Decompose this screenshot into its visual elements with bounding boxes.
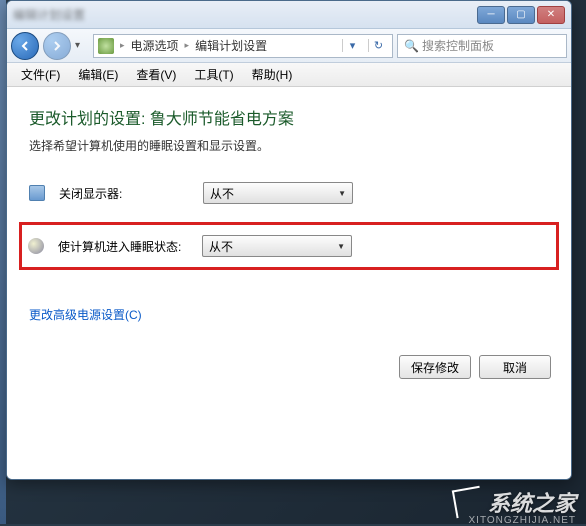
search-input[interactable]: 🔍 搜索控制面板 bbox=[397, 34, 567, 58]
menu-edit[interactable]: 编辑(E) bbox=[70, 64, 126, 85]
breadcrumb-sep-icon: ▸ bbox=[120, 40, 125, 51]
menu-bar: 文件(F) 编辑(E) 查看(V) 工具(T) 帮助(H) bbox=[7, 63, 571, 87]
nav-toolbar: ▾ ▸ 电源选项 ▸ 编辑计划设置 ▾ ↻ 🔍 搜索控制面板 bbox=[7, 29, 571, 63]
control-panel-window: 编辑计划设置 ─ ▢ ✕ ▾ ▸ 电源选项 ▸ 编辑计划设置 ▾ ↻ 🔍 搜索控… bbox=[6, 0, 572, 480]
maximize-button[interactable]: ▢ bbox=[507, 6, 535, 24]
page-heading: 更改计划的设置: 鲁大师节能省电方案 bbox=[29, 105, 549, 129]
highlight-box: 使计算机进入睡眠状态: 从不 bbox=[19, 222, 559, 270]
setting-row-sleep: 使计算机进入睡眠状态: 从不 bbox=[28, 235, 550, 257]
minimize-button[interactable]: ─ bbox=[477, 6, 505, 24]
content-area: 更改计划的设置: 鲁大师节能省电方案 选择希望计算机使用的睡眠设置和显示设置。 … bbox=[7, 87, 571, 479]
footer-buttons: 保存修改 取消 bbox=[399, 355, 551, 379]
menu-view[interactable]: 查看(V) bbox=[128, 64, 184, 85]
cancel-button[interactable]: 取消 bbox=[479, 355, 551, 379]
search-placeholder: 搜索控制面板 bbox=[422, 37, 494, 54]
watermark: 系统之家 bbox=[454, 486, 576, 518]
refresh-icon[interactable]: ↻ bbox=[368, 39, 388, 52]
breadcrumb-edit-plan[interactable]: 编辑计划设置 bbox=[195, 37, 267, 54]
display-off-value: 从不 bbox=[210, 185, 234, 202]
address-dropdown-icon[interactable]: ▾ bbox=[342, 39, 362, 52]
forward-button[interactable] bbox=[43, 32, 71, 60]
watermark-text: 系统之家 bbox=[488, 486, 576, 518]
history-dropdown-icon[interactable]: ▾ bbox=[75, 40, 89, 51]
arrow-right-icon bbox=[51, 40, 63, 52]
window-buttons: ─ ▢ ✕ bbox=[477, 6, 565, 24]
power-options-icon bbox=[98, 38, 114, 54]
sleep-dropdown[interactable]: 从不 bbox=[202, 235, 352, 257]
breadcrumb-sep-icon: ▸ bbox=[185, 40, 190, 51]
page-subtext: 选择希望计算机使用的睡眠设置和显示设置。 bbox=[29, 137, 549, 154]
display-off-label: 关闭显示器: bbox=[59, 185, 189, 202]
menu-file[interactable]: 文件(F) bbox=[13, 64, 68, 85]
watermark-subtext: XITONGZHIJIA.NET bbox=[469, 515, 577, 526]
monitor-icon bbox=[29, 185, 45, 201]
sleep-value: 从不 bbox=[209, 238, 233, 255]
address-bar[interactable]: ▸ 电源选项 ▸ 编辑计划设置 ▾ ↻ bbox=[93, 34, 393, 58]
display-off-dropdown[interactable]: 从不 bbox=[203, 182, 353, 204]
titlebar: 编辑计划设置 ─ ▢ ✕ bbox=[7, 1, 571, 29]
back-button[interactable] bbox=[11, 32, 39, 60]
sleep-label: 使计算机进入睡眠状态: bbox=[58, 238, 188, 255]
search-icon: 🔍 bbox=[404, 39, 418, 53]
menu-help[interactable]: 帮助(H) bbox=[244, 64, 301, 85]
save-button-label: 保存修改 bbox=[411, 359, 459, 376]
breadcrumb-power-options[interactable]: 电源选项 bbox=[131, 37, 179, 54]
cancel-button-label: 取消 bbox=[503, 359, 527, 376]
close-button[interactable]: ✕ bbox=[537, 6, 565, 24]
watermark-house-icon bbox=[452, 486, 484, 518]
advanced-settings-link[interactable]: 更改高级电源设置(C) bbox=[29, 306, 142, 323]
window-title: 编辑计划设置 bbox=[13, 6, 477, 23]
moon-icon bbox=[28, 238, 44, 254]
arrow-left-icon bbox=[19, 40, 31, 52]
menu-tools[interactable]: 工具(T) bbox=[186, 64, 241, 85]
setting-row-display: 关闭显示器: 从不 bbox=[29, 182, 549, 204]
save-button[interactable]: 保存修改 bbox=[399, 355, 471, 379]
